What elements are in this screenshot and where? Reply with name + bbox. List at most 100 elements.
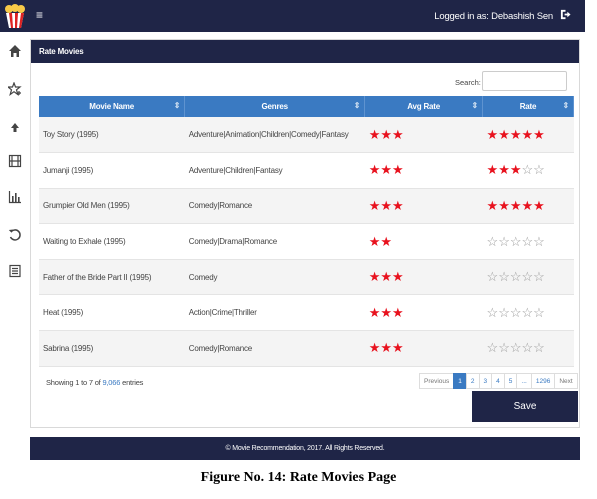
star-filled-icon[interactable]: ★ (510, 127, 522, 142)
star-empty-icon[interactable]: ☆ (522, 340, 534, 355)
star-filled-icon[interactable]: ★ (533, 127, 545, 142)
hamburger-icon[interactable]: ≡ (36, 8, 43, 22)
star-filled-icon: ★ (392, 162, 404, 178)
logout-icon[interactable] (560, 9, 571, 20)
sort-icon[interactable]: ⇕ (472, 101, 479, 110)
star-empty-icon[interactable]: ☆ (487, 269, 499, 284)
movie-name-cell: Father of the Bride Part II (1995) (39, 259, 185, 296)
rate-stars: ★★★★★ (482, 188, 574, 225)
rate-stars: ★★★★★ (482, 117, 574, 154)
genres-cell: Adventure|Children|Fantasy (184, 152, 365, 189)
star-empty-icon[interactable]: ☆ (487, 340, 499, 355)
avg-rate-stars: ★★★ (364, 117, 483, 154)
star-filled-icon[interactable]: ★ (498, 127, 510, 142)
column-label: Genres (261, 102, 289, 111)
star-filled-icon[interactable]: ★ (487, 127, 499, 142)
rate-stars: ☆☆☆☆☆ (482, 259, 574, 296)
pagination-page[interactable]: 2 (465, 373, 480, 389)
top-navbar: ≡ Logged in as: Debashish Sen (0, 0, 585, 32)
star-filled-icon: ★ (380, 126, 393, 142)
star-filled-icon[interactable]: ★ (487, 198, 499, 213)
star-filled-icon[interactable]: ★ (510, 162, 522, 177)
pagination-previous[interactable]: Previous (419, 373, 455, 389)
home-icon[interactable] (8, 44, 22, 58)
star-filled-icon[interactable]: ★ (498, 162, 510, 177)
genres-cell: Comedy|Romance (184, 330, 365, 367)
movie-name-cell: Sabrina (1995) (39, 330, 185, 367)
sort-icon[interactable]: ⇕ (562, 101, 569, 110)
history-icon[interactable] (8, 228, 22, 242)
star-empty-icon[interactable]: ☆ (522, 234, 534, 249)
save-button[interactable]: Save (472, 391, 578, 422)
star-empty-icon[interactable]: ☆ (510, 340, 522, 355)
sort-icon[interactable]: ⇕ (354, 101, 361, 110)
star-filled-icon: ★ (392, 304, 404, 320)
rate-stars: ☆☆☆☆☆ (482, 294, 574, 332)
star-filled-icon: ★ (368, 197, 381, 213)
star-rate-icon[interactable] (8, 82, 22, 96)
star-empty-icon[interactable]: ☆ (522, 269, 534, 284)
pagination-page[interactable]: 3 (478, 373, 493, 389)
star-empty-icon[interactable]: ☆ (498, 305, 510, 320)
star-empty-icon[interactable]: ☆ (487, 305, 499, 320)
info-total-link[interactable]: 9,066 (102, 378, 120, 387)
star-empty-icon[interactable]: ☆ (522, 305, 534, 320)
pagination-next[interactable]: Next (554, 373, 578, 389)
star-filled-icon: ★ (368, 233, 381, 249)
star-empty-icon[interactable]: ☆ (533, 269, 545, 284)
table-header-row: Movie Name ⇕ Genres ⇕ Avg Rate ⇕ Rate ⇕ (39, 96, 574, 117)
movie-name-cell: Jumanji (1995) (39, 152, 185, 189)
star-empty-icon[interactable]: ☆ (533, 305, 545, 320)
search-input[interactable] (482, 71, 567, 91)
pagination-page[interactable]: 4 (491, 373, 505, 389)
search-label: Search: (455, 78, 481, 87)
rate-stars: ★★★☆☆ (482, 152, 574, 189)
table-row: Jumanji (1995) Adventure|Children|Fantasy… (39, 152, 574, 189)
panel-title: Rate Movies (31, 40, 579, 63)
star-empty-icon[interactable]: ☆ (498, 234, 510, 249)
star-empty-icon[interactable]: ☆ (533, 162, 545, 177)
column-header-movie-name[interactable]: Movie Name ⇕ (39, 96, 186, 117)
pagination-page[interactable]: 5 (503, 373, 518, 389)
star-filled-icon[interactable]: ★ (533, 198, 545, 213)
star-filled-icon: ★ (368, 162, 381, 178)
star-empty-icon[interactable]: ☆ (510, 269, 522, 284)
pagination-page[interactable]: 1296 (530, 373, 556, 389)
column-header-avg-rate[interactable]: Avg Rate ⇕ (364, 96, 484, 117)
movie-name-cell: Heat (1995) (39, 294, 185, 332)
star-empty-icon[interactable]: ☆ (510, 234, 522, 249)
star-empty-icon[interactable]: ☆ (498, 340, 510, 355)
table-row: Father of the Bride Part II (1995) Comedy… (39, 259, 574, 296)
figure-caption: Figure No. 14: Rate Movies Page (200, 470, 397, 485)
table-info: Showing 1 to 7 of 9,066 entries (46, 378, 143, 387)
star-empty-icon[interactable]: ☆ (522, 162, 534, 177)
avg-rate-stars: ★★★ (364, 152, 483, 189)
column-header-rate[interactable]: Rate ⇕ (482, 96, 574, 117)
pagination-page[interactable]: 1 (453, 373, 467, 389)
star-empty-icon[interactable]: ☆ (533, 340, 545, 355)
star-empty-icon[interactable]: ☆ (498, 269, 510, 284)
table-row: Waiting to Exhale (1995) Comedy|Drama|Rom… (39, 223, 574, 260)
star-empty-icon[interactable]: ☆ (533, 234, 545, 249)
star-filled-icon[interactable]: ★ (498, 198, 510, 213)
film-icon[interactable] (8, 154, 22, 168)
bar-chart-icon[interactable] (8, 190, 22, 204)
column-header-genres[interactable]: Genres ⇕ (184, 96, 366, 117)
star-filled-icon: ★ (380, 197, 393, 213)
star-filled-icon[interactable]: ★ (522, 198, 534, 213)
star-filled-icon: ★ (368, 340, 381, 356)
star-filled-icon[interactable]: ★ (510, 198, 522, 213)
star-filled-icon: ★ (368, 269, 381, 285)
star-filled-icon[interactable]: ★ (522, 127, 534, 142)
column-label: Movie Name (89, 102, 134, 111)
list-icon[interactable] (8, 264, 22, 278)
sort-icon[interactable]: ⇕ (174, 101, 181, 110)
star-empty-icon[interactable]: ☆ (510, 305, 522, 320)
star-empty-icon[interactable]: ☆ (487, 234, 499, 249)
popcorn-logo-icon[interactable] (4, 4, 26, 29)
arrow-up-icon[interactable] (8, 120, 22, 134)
table-row: Grumpier Old Men (1995) Comedy|Romance ★★★… (39, 188, 574, 225)
star-filled-icon[interactable]: ★ (487, 162, 499, 177)
pagination-page[interactable]: ... (516, 373, 532, 389)
star-filled-icon: ★ (368, 304, 381, 320)
